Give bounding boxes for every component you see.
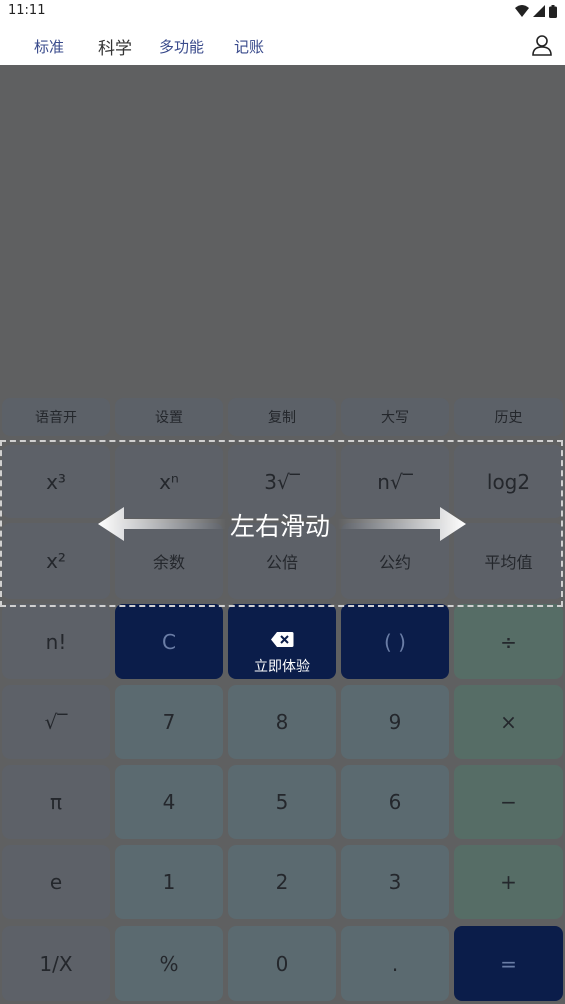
digit-4-button[interactable]: 4: [115, 765, 223, 839]
digit-8-button[interactable]: 8: [228, 685, 336, 759]
try-now-label[interactable]: 立即体验: [228, 656, 336, 676]
digit-5-button[interactable]: 5: [228, 765, 336, 839]
digit-6-button[interactable]: 6: [341, 765, 449, 839]
divide-button[interactable]: ÷: [454, 604, 563, 679]
multiply-button[interactable]: ×: [454, 685, 563, 759]
parentheses-button[interactable]: ( ): [341, 604, 449, 679]
top-nav: 标准 科学 多功能 记账: [0, 24, 565, 65]
left-arrow-icon: [98, 507, 226, 541]
digit-0-button[interactable]: 0: [228, 926, 336, 1001]
tab-standard[interactable]: 标准: [34, 36, 64, 57]
tab-bookkeeping[interactable]: 记账: [234, 36, 264, 57]
status-bar: 11:11: [0, 0, 565, 24]
digit-2-button[interactable]: 2: [228, 845, 336, 919]
clear-button[interactable]: C: [115, 604, 223, 679]
pi-button[interactable]: π: [2, 765, 110, 839]
voice-toggle-button[interactable]: 语音开: [2, 398, 110, 436]
decimal-button[interactable]: .: [341, 926, 449, 1001]
subtract-button[interactable]: −: [454, 765, 563, 839]
tab-multifunction[interactable]: 多功能: [159, 36, 204, 57]
status-icons: [515, 4, 557, 18]
backspace-icon: [271, 632, 294, 647]
uppercase-button[interactable]: 大写: [341, 398, 449, 436]
settings-button[interactable]: 设置: [115, 398, 223, 436]
factorial-button[interactable]: n!: [2, 604, 110, 679]
user-icon[interactable]: [531, 34, 553, 56]
digit-1-button[interactable]: 1: [115, 845, 223, 919]
display-area: [0, 65, 565, 395]
reciprocal-button[interactable]: 1/X: [2, 926, 110, 1001]
percent-button[interactable]: %: [115, 926, 223, 1001]
digit-9-button[interactable]: 9: [341, 685, 449, 759]
digit-7-button[interactable]: 7: [115, 685, 223, 759]
add-button[interactable]: +: [454, 845, 563, 919]
status-time: 11:11: [8, 3, 46, 18]
digit-3-button[interactable]: 3: [341, 845, 449, 919]
equals-button[interactable]: =: [454, 926, 563, 1001]
sqrt-button[interactable]: √‾: [2, 685, 110, 759]
euler-button[interactable]: e: [2, 845, 110, 919]
copy-button[interactable]: 复制: [228, 398, 336, 436]
swipe-hint: 左右滑动: [230, 512, 331, 541]
right-arrow-icon: [338, 507, 466, 541]
signal-icon: [533, 5, 545, 17]
history-button[interactable]: 历史: [454, 398, 563, 436]
tab-scientific[interactable]: 科学: [98, 34, 132, 59]
battery-icon: [549, 4, 557, 18]
wifi-icon: [515, 5, 529, 17]
